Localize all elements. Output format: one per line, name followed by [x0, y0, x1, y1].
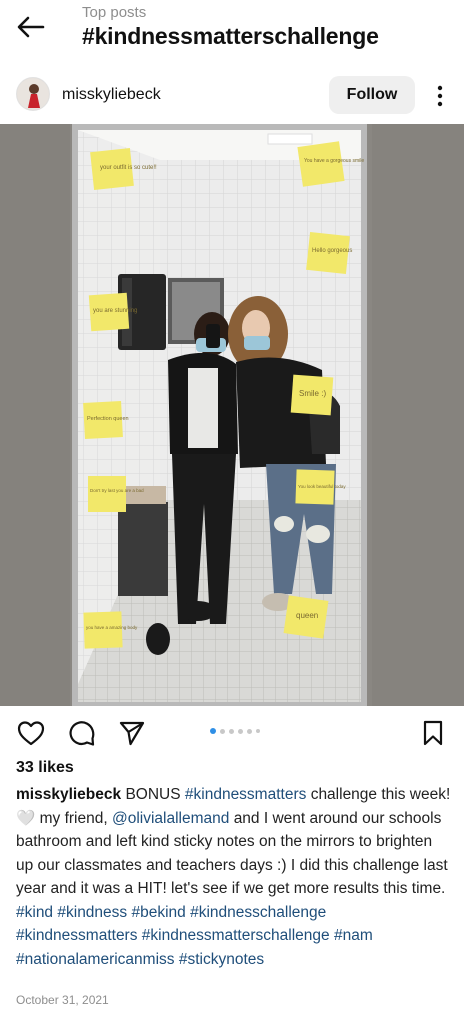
- comment-icon: [69, 721, 95, 746]
- hashtag-link[interactable]: #nam: [334, 927, 373, 944]
- page-title: #kindnessmatterschallenge: [82, 23, 379, 49]
- sticky-note-text: Smile :): [299, 389, 326, 398]
- carousel-dot: [256, 729, 260, 733]
- hashtag-link[interactable]: #kindnessmatterschallenge: [142, 927, 330, 944]
- hashtag-link[interactable]: #kindnessmatters: [16, 927, 137, 944]
- back-button[interactable]: [14, 12, 48, 42]
- header: Top posts #kindnessmatterschallenge: [0, 0, 464, 66]
- carousel-dot: [220, 728, 225, 734]
- hashtag-link[interactable]: #kind: [16, 904, 53, 921]
- send-icon: [119, 721, 145, 746]
- header-subtitle: Top posts: [82, 4, 147, 21]
- post-caption: misskyliebeck BONUS #kindnessmatters cha…: [16, 783, 452, 971]
- hashtag-link[interactable]: #stickynotes: [179, 951, 264, 968]
- carousel-dot: [247, 728, 252, 734]
- carousel-dot: [238, 728, 243, 734]
- sticky-note-text: Perfection queen: [87, 416, 129, 422]
- more-vertical-icon: [437, 85, 443, 107]
- heart-icon: [17, 721, 45, 746]
- like-button[interactable]: [16, 718, 46, 748]
- carousel-dot-active: [210, 728, 216, 734]
- caption-text: BONUS: [125, 786, 181, 803]
- arrow-left-icon: [17, 16, 45, 38]
- post-author-bar: misskyliebeck Follow: [0, 72, 464, 120]
- carousel-dot: [229, 728, 234, 734]
- share-button[interactable]: [117, 718, 147, 748]
- sticky-note-text: You look beautiful today: [298, 484, 346, 489]
- author-username[interactable]: misskyliebeck: [62, 86, 161, 104]
- hashtag-link[interactable]: #kindnessmatters: [185, 786, 306, 803]
- bookmark-icon: [423, 720, 443, 746]
- sticky-note-text: Don't try last you are a bad: [90, 488, 144, 493]
- post-date: October 31, 2021: [16, 993, 109, 1007]
- more-options-button[interactable]: [430, 82, 450, 110]
- post-actions: [0, 714, 464, 754]
- hashtag-link[interactable]: #kindnesschallenge: [190, 904, 326, 921]
- mention-link[interactable]: @olivialallemand: [112, 810, 229, 827]
- hashtag-link[interactable]: #kindness: [57, 904, 127, 921]
- sticky-note-text: You have a gorgeous smile: [304, 158, 364, 164]
- save-button[interactable]: [418, 718, 448, 748]
- carousel-indicator: [210, 728, 260, 734]
- hashtag-link[interactable]: #bekind: [131, 904, 185, 921]
- sticky-note-text: you are stunning: [93, 308, 137, 314]
- sticky-note-text: queen: [296, 611, 318, 620]
- avatar[interactable]: [16, 77, 50, 111]
- sticky-note-text: you have a amazing body: [86, 625, 138, 630]
- caption-username[interactable]: misskyliebeck: [16, 786, 121, 803]
- sticky-note-text: your outfit is so cute!!: [100, 165, 157, 171]
- hashtag-link[interactable]: #nationalamericanmiss: [16, 951, 175, 968]
- post-image[interactable]: your outfit is so cute!! You have a gorg…: [0, 124, 464, 706]
- comment-button[interactable]: [67, 718, 97, 748]
- likes-count[interactable]: 33 likes: [16, 759, 74, 777]
- sticky-note-text: Hello gorgeous: [312, 248, 352, 254]
- follow-button[interactable]: Follow: [329, 76, 415, 114]
